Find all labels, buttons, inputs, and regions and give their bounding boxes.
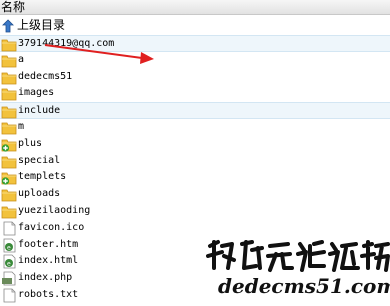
watermark-url: dedecms51.com bbox=[218, 274, 390, 298]
folder-icon bbox=[1, 204, 17, 219]
svg-text:e: e bbox=[7, 244, 11, 251]
php-file-icon bbox=[1, 271, 17, 286]
folder-icon bbox=[1, 37, 17, 52]
file-row[interactable]: plus bbox=[0, 136, 390, 153]
folder-icon bbox=[1, 154, 17, 169]
file-name[interactable]: include bbox=[18, 103, 60, 120]
file-name[interactable]: special bbox=[18, 153, 60, 170]
up-arrow-icon bbox=[2, 19, 14, 33]
file-name[interactable]: robots.txt bbox=[18, 287, 78, 304]
ie-html-file-icon: e bbox=[1, 238, 17, 253]
folder-icon bbox=[1, 70, 17, 85]
file-row[interactable]: 379144319@qq.com bbox=[0, 35, 390, 52]
file-name[interactable]: footer.htm bbox=[18, 237, 78, 254]
folder-with-plus-icon bbox=[1, 170, 17, 185]
ie-html-file-icon: e bbox=[1, 254, 17, 269]
file-row[interactable]: special bbox=[0, 153, 390, 170]
watermark-logo-cn bbox=[206, 240, 390, 272]
file-row[interactable]: uploads bbox=[0, 186, 390, 203]
file-name[interactable]: uploads bbox=[18, 186, 60, 203]
file-row[interactable]: favicon.ico bbox=[0, 220, 390, 237]
file-icon bbox=[1, 288, 17, 303]
file-row[interactable]: m bbox=[0, 119, 390, 136]
file-row[interactable]: yuezilaoding bbox=[0, 203, 390, 220]
file-name[interactable]: dedecms51 bbox=[18, 69, 72, 86]
file-name[interactable]: m bbox=[18, 119, 24, 136]
svg-text:e: e bbox=[7, 261, 11, 268]
file-name[interactable]: templets bbox=[18, 169, 66, 186]
file-name[interactable]: 379144319@qq.com bbox=[18, 36, 114, 53]
file-name[interactable]: a bbox=[18, 52, 24, 69]
file-row[interactable]: images bbox=[0, 85, 390, 102]
file-row[interactable]: include bbox=[0, 102, 390, 119]
file-name[interactable]: index.php bbox=[18, 270, 72, 287]
file-row[interactable]: dedecms51 bbox=[0, 69, 390, 86]
folder-icon bbox=[1, 104, 17, 119]
file-name[interactable]: yuezilaoding bbox=[18, 203, 90, 220]
parent-directory-link[interactable]: 上级目录 bbox=[0, 16, 390, 35]
file-row[interactable]: templets bbox=[0, 169, 390, 186]
column-header-label: 名称 bbox=[1, 0, 26, 14]
folder-icon bbox=[1, 53, 17, 68]
file-name[interactable]: favicon.ico bbox=[18, 220, 84, 237]
file-icon bbox=[1, 221, 17, 236]
file-row[interactable]: a bbox=[0, 52, 390, 69]
file-name[interactable]: index.html bbox=[18, 253, 78, 270]
column-header-name[interactable]: 名称 bbox=[0, 0, 390, 15]
folder-with-plus-icon bbox=[1, 137, 17, 152]
parent-directory-label: 上级目录 bbox=[17, 18, 66, 32]
folder-icon bbox=[1, 120, 17, 135]
file-name[interactable]: plus bbox=[18, 136, 42, 153]
folder-icon bbox=[1, 187, 17, 202]
folder-icon bbox=[1, 86, 17, 101]
file-name[interactable]: images bbox=[18, 85, 54, 102]
